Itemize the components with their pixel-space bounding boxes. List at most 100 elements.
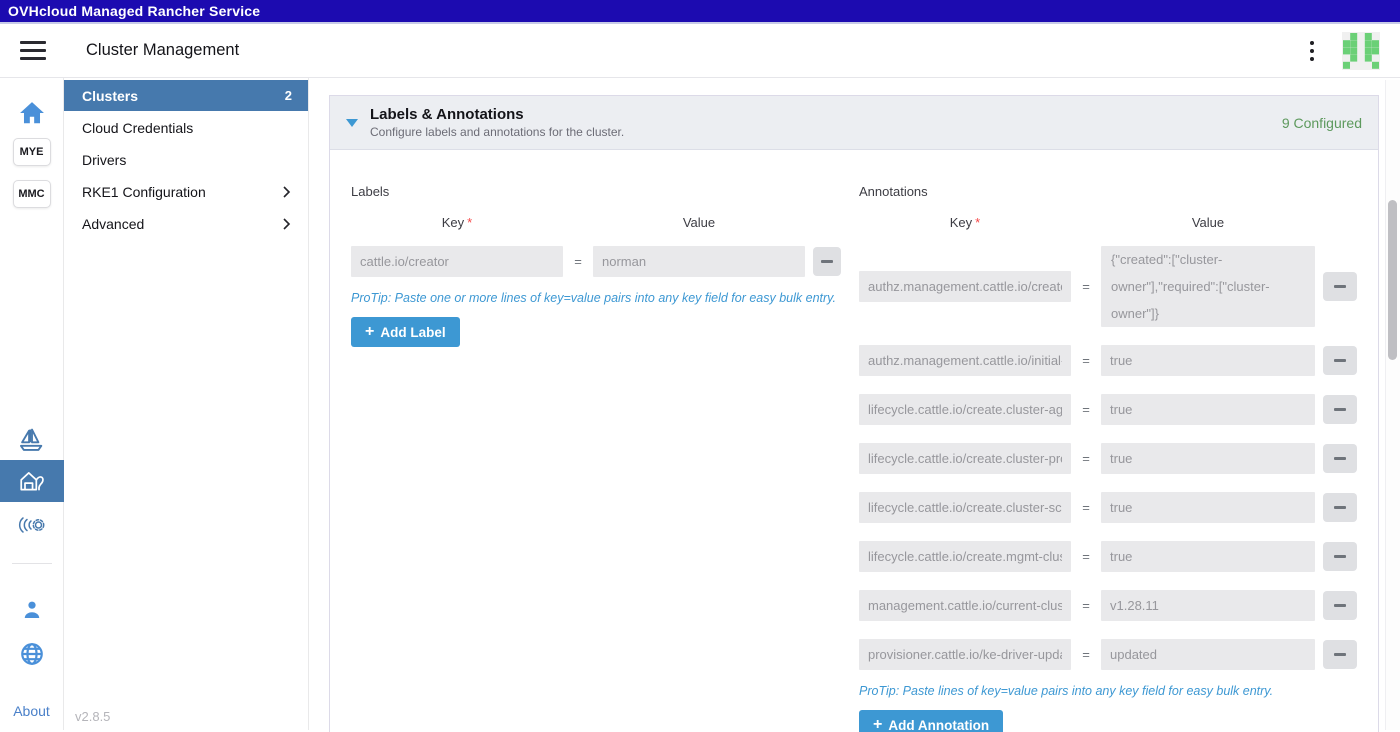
annotation-value-input[interactable] (1101, 639, 1315, 670)
subnav-item-drivers[interactable]: Drivers (64, 144, 308, 175)
labels-column: Labels Key* Value = (351, 170, 837, 732)
annotation-value-input[interactable] (1101, 394, 1315, 425)
annotation-row: = (859, 541, 1357, 572)
annotation-key-input[interactable] (859, 271, 1071, 302)
minus-icon (1334, 506, 1346, 509)
about-link[interactable]: About (13, 703, 50, 719)
labels-key-header: Key* (351, 215, 563, 230)
labels-value-header: Value (593, 215, 805, 230)
equals-sign: = (571, 254, 585, 269)
home-icon[interactable] (19, 101, 45, 125)
cluster-management-icon[interactable] (0, 460, 64, 502)
annotation-value-input[interactable] (1101, 492, 1315, 523)
labels-annotations-panel: Labels & Annotations Configure labels an… (329, 95, 1379, 732)
equals-sign: = (1079, 647, 1093, 662)
fleet-sailboat-icon[interactable] (18, 426, 46, 454)
rail-divider (12, 563, 52, 564)
subnav-item-label: RKE1 Configuration (82, 184, 206, 200)
chevron-right-icon (280, 185, 292, 199)
top-banner-title: OVHcloud Managed Rancher Service (8, 3, 260, 19)
subnav-item-rke1-configuration[interactable]: RKE1 Configuration (64, 176, 308, 207)
remove-annotation-button[interactable] (1323, 542, 1357, 571)
subnav-item-label: Clusters (82, 88, 138, 104)
annotation-key-input[interactable] (859, 492, 1071, 523)
subnav-item-label: Advanced (82, 216, 144, 232)
annotation-key-input[interactable] (859, 345, 1071, 376)
remove-annotation-button[interactable] (1323, 272, 1357, 301)
annotation-row: = (859, 394, 1357, 425)
minus-icon (1334, 285, 1346, 288)
annotations-column: Annotations Key* Value (859, 170, 1357, 732)
annotation-value-input[interactable] (1101, 541, 1315, 572)
globe-icon[interactable] (19, 641, 45, 667)
minus-icon (1334, 604, 1346, 607)
minus-icon (1334, 555, 1346, 558)
annotation-key-input[interactable] (859, 394, 1071, 425)
chevron-right-icon (280, 217, 292, 231)
virtualization-icon[interactable] (17, 514, 47, 536)
minus-icon (1334, 653, 1346, 656)
secondary-nav: Clusters 2 Cloud Credentials Drivers RKE… (64, 78, 309, 730)
required-asterisk: * (467, 215, 472, 230)
label-key-input[interactable] (351, 246, 563, 277)
page-scrollbar-thumb[interactable] (1388, 200, 1397, 360)
remove-annotation-button[interactable] (1323, 346, 1357, 375)
icon-rail: MYE MMC (0, 78, 64, 730)
page-title: Cluster Management (86, 41, 239, 60)
annotations-value-header: Value (1101, 215, 1315, 230)
app-header: Cluster Management (0, 24, 1400, 78)
page-scrollbar-track[interactable] (1385, 80, 1400, 730)
plus-icon: + (873, 717, 882, 732)
subnav-item-advanced[interactable]: Advanced (64, 208, 308, 239)
labels-annotations-accordion-header[interactable]: Labels & Annotations Configure labels an… (330, 96, 1378, 150)
annotation-key-input[interactable] (859, 590, 1071, 621)
kebab-menu-icon[interactable] (1306, 37, 1318, 65)
configured-count-badge: 9 Configured (1282, 115, 1362, 131)
remove-annotation-button[interactable] (1323, 395, 1357, 424)
user-icon[interactable] (20, 598, 44, 622)
equals-sign: = (1079, 549, 1093, 564)
label-value-input[interactable] (593, 246, 805, 277)
add-label-button[interactable]: + Add Label (351, 317, 460, 347)
main-content: Labels & Annotations Configure labels an… (309, 78, 1400, 730)
remove-annotation-button[interactable] (1323, 640, 1357, 669)
panel-subtitle: Configure labels and annotations for the… (370, 125, 624, 139)
minus-icon (1334, 457, 1346, 460)
minus-icon (1334, 359, 1346, 362)
collapse-caret-icon (346, 119, 358, 127)
equals-sign: = (1079, 353, 1093, 368)
equals-sign: = (1079, 279, 1093, 294)
equals-sign: = (1079, 451, 1093, 466)
cluster-shortcut-mye[interactable]: MYE (13, 138, 51, 166)
version-label: v2.8.5 (75, 709, 110, 724)
subnav-item-cloud-credentials[interactable]: Cloud Credentials (64, 112, 308, 143)
label-row: = (351, 246, 837, 277)
annotation-key-input[interactable] (859, 443, 1071, 474)
remove-label-button[interactable] (813, 247, 841, 276)
annotation-value-textarea[interactable]: {"created":["cluster-owner"],"required":… (1101, 246, 1315, 327)
page: OVHcloud Managed Rancher Service Cluster… (0, 0, 1400, 730)
labels-heading: Labels (351, 184, 837, 199)
annotation-row: = (859, 639, 1357, 670)
remove-annotation-button[interactable] (1323, 444, 1357, 473)
annotations-protip: ProTip: Paste lines of key=value pairs i… (859, 684, 1357, 698)
annotation-row: = (859, 492, 1357, 523)
user-avatar[interactable] (1342, 32, 1380, 70)
annotation-value-input[interactable] (1101, 443, 1315, 474)
hamburger-menu-icon[interactable] (20, 41, 46, 60)
cluster-shortcut-mmc[interactable]: MMC (13, 180, 51, 208)
annotation-value-input[interactable] (1101, 590, 1315, 621)
annotation-key-input[interactable] (859, 639, 1071, 670)
remove-annotation-button[interactable] (1323, 493, 1357, 522)
equals-sign: = (1079, 500, 1093, 515)
add-annotation-button[interactable]: + Add Annotation (859, 710, 1003, 732)
subnav-item-clusters[interactable]: Clusters 2 (64, 80, 308, 111)
labels-annotations-body: Labels Key* Value = (330, 150, 1378, 732)
annotation-value-input[interactable] (1101, 345, 1315, 376)
equals-sign: = (1079, 598, 1093, 613)
annotation-row: = (859, 345, 1357, 376)
required-asterisk: * (975, 215, 980, 230)
remove-annotation-button[interactable] (1323, 591, 1357, 620)
minus-icon (821, 260, 833, 263)
annotation-key-input[interactable] (859, 541, 1071, 572)
